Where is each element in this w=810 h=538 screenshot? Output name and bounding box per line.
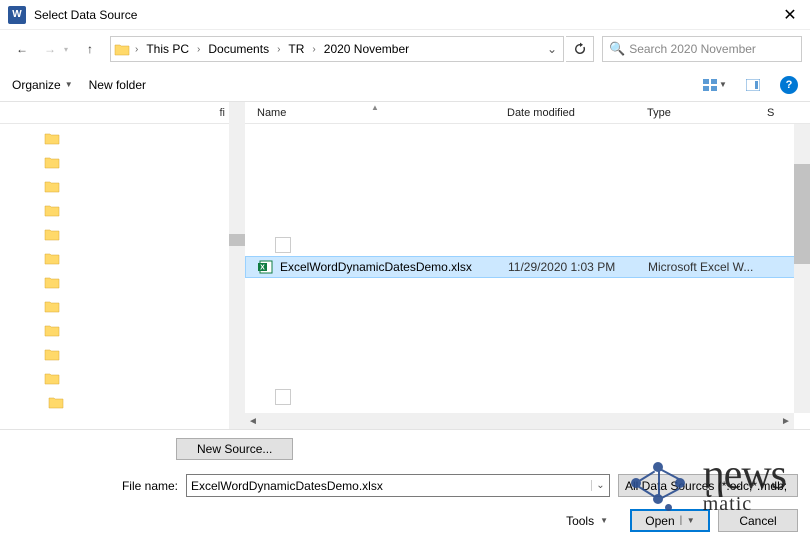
address-folder-icon [113, 40, 131, 58]
file-placeholder-icon [275, 389, 291, 405]
chevron-right-icon: › [131, 44, 142, 55]
folder-icon [44, 156, 60, 169]
breadcrumb-item[interactable]: 2020 November [320, 40, 413, 58]
help-button[interactable]: ? [780, 76, 798, 94]
chevron-down-icon: ▼ [65, 80, 73, 89]
scrollbar-thumb[interactable] [229, 234, 245, 246]
chevron-right-icon: › [308, 44, 319, 55]
tree-folder-item[interactable] [0, 174, 245, 198]
file-list-pane: Name ▲ Date modified Type S X ExcelWordD… [245, 102, 810, 429]
breadcrumb: › This PC › Documents › TR › 2020 Novemb… [131, 40, 413, 58]
address-dropdown[interactable]: ⌄ [543, 42, 561, 56]
forward-button[interactable]: → [36, 36, 64, 62]
scrollbar-thumb[interactable] [794, 164, 810, 264]
breadcrumb-item[interactable]: TR [284, 40, 308, 58]
tree-header: fi [0, 102, 245, 124]
window-title: Select Data Source [34, 8, 137, 22]
tree-folder-item[interactable] [0, 318, 245, 342]
folder-icon [44, 348, 60, 361]
up-button[interactable]: ↑ [76, 36, 104, 62]
history-dropdown[interactable]: ▾ [64, 45, 76, 54]
open-button[interactable]: Open ▏▼ [630, 509, 710, 532]
main-area: fi Name ▲ Date modified Type S [0, 102, 810, 429]
chevron-down-icon: ▼ [600, 516, 608, 525]
chevron-right-icon: › [193, 44, 204, 55]
folder-icon [44, 324, 60, 337]
column-header-size[interactable]: S [767, 107, 787, 119]
navigation-bar: ← → ▾ ↑ › This PC › Documents › TR › 202… [0, 30, 810, 68]
scroll-right-arrow[interactable]: ► [778, 416, 794, 427]
tree-folder-item[interactable] [0, 222, 245, 246]
close-button[interactable]: ✕ [770, 0, 810, 30]
view-mode-button[interactable]: ▼ [698, 74, 732, 96]
folder-icon [44, 252, 60, 265]
address-bar[interactable]: › This PC › Documents › TR › 2020 Novemb… [110, 36, 564, 62]
back-button[interactable]: ← [8, 36, 36, 62]
tree-scrollbar-vertical[interactable] [229, 102, 245, 429]
file-row[interactable]: X ExcelWordDynamicDatesDemo.xlsx 11/29/2… [245, 256, 810, 278]
folder-icon [44, 300, 60, 313]
filename-label: File name: [12, 479, 178, 493]
breadcrumb-item[interactable]: Documents [204, 40, 273, 58]
preview-pane-button[interactable] [736, 74, 770, 96]
scroll-left-arrow[interactable]: ◄ [245, 416, 261, 427]
organize-menu[interactable]: Organize ▼ [12, 78, 73, 92]
tree-folder-item[interactable] [0, 198, 245, 222]
file-placeholder-icon [275, 237, 291, 253]
folder-icon [48, 396, 64, 409]
folder-icon [44, 180, 60, 193]
bottom-panel: New Source... File name: ExcelWordDynami… [0, 429, 810, 538]
file-date: 11/29/2020 1:03 PM [508, 260, 648, 274]
search-icon: 🔍 [609, 41, 625, 57]
folder-icon [44, 132, 60, 145]
sort-indicator-icon: ▲ [365, 103, 385, 112]
folder-icon [44, 228, 60, 241]
file-name: ExcelWordDynamicDatesDemo.xlsx [280, 260, 508, 274]
search-placeholder: Search 2020 November [629, 42, 756, 56]
toolbar: Organize ▼ New folder ▼ ? [0, 68, 810, 102]
tree-folder-item[interactable] [0, 390, 245, 414]
refresh-button[interactable] [566, 36, 594, 62]
search-input[interactable]: 🔍 Search 2020 November [602, 36, 802, 62]
column-header-type[interactable]: Type [647, 107, 767, 119]
file-scrollbar-horizontal[interactable]: ◄ ► [245, 413, 794, 429]
file-row-placeholder [245, 234, 810, 256]
breadcrumb-item[interactable]: This PC [142, 40, 193, 58]
filename-input[interactable]: ExcelWordDynamicDatesDemo.xlsx ⌄ [186, 474, 610, 497]
tree-folder-item[interactable] [0, 246, 245, 270]
file-type: Microsoft Excel W... [648, 260, 753, 274]
title-bar: W Select Data Source ✕ [0, 0, 810, 30]
tree-folder-item[interactable] [0, 294, 245, 318]
chevron-right-icon: › [273, 44, 284, 55]
split-button-dropdown-icon: ▏▼ [681, 516, 695, 525]
filetype-select[interactable]: All Data Sources (*.odc;*.mdb; [618, 474, 798, 497]
filename-dropdown[interactable]: ⌄ [591, 480, 609, 491]
column-headers: Name ▲ Date modified Type S [245, 102, 810, 124]
tools-menu[interactable]: Tools ▼ [566, 514, 608, 528]
chevron-down-icon: ▼ [719, 80, 727, 89]
tree-folder-item[interactable] [0, 270, 245, 294]
folder-icon [44, 276, 60, 289]
tree-folder-item[interactable] [0, 342, 245, 366]
file-scrollbar-vertical[interactable] [794, 124, 810, 413]
new-source-button[interactable]: New Source... [176, 438, 293, 460]
excel-file-icon: X [258, 259, 274, 275]
file-row-placeholder [245, 386, 810, 408]
tree-folder-item[interactable] [0, 126, 245, 150]
filename-value: ExcelWordDynamicDatesDemo.xlsx [187, 479, 591, 493]
tree-folder-item[interactable] [0, 150, 245, 174]
new-folder-button[interactable]: New folder [89, 78, 146, 92]
column-header-date[interactable]: Date modified [507, 107, 647, 119]
tree-folder-item[interactable] [0, 366, 245, 390]
folder-icon [44, 372, 60, 385]
folder-icon [44, 204, 60, 217]
cancel-button[interactable]: Cancel [718, 509, 798, 532]
file-list: X ExcelWordDynamicDatesDemo.xlsx 11/29/2… [245, 124, 810, 429]
word-app-icon: W [8, 6, 26, 24]
folder-tree-pane: fi [0, 102, 245, 429]
svg-text:X: X [260, 265, 265, 272]
